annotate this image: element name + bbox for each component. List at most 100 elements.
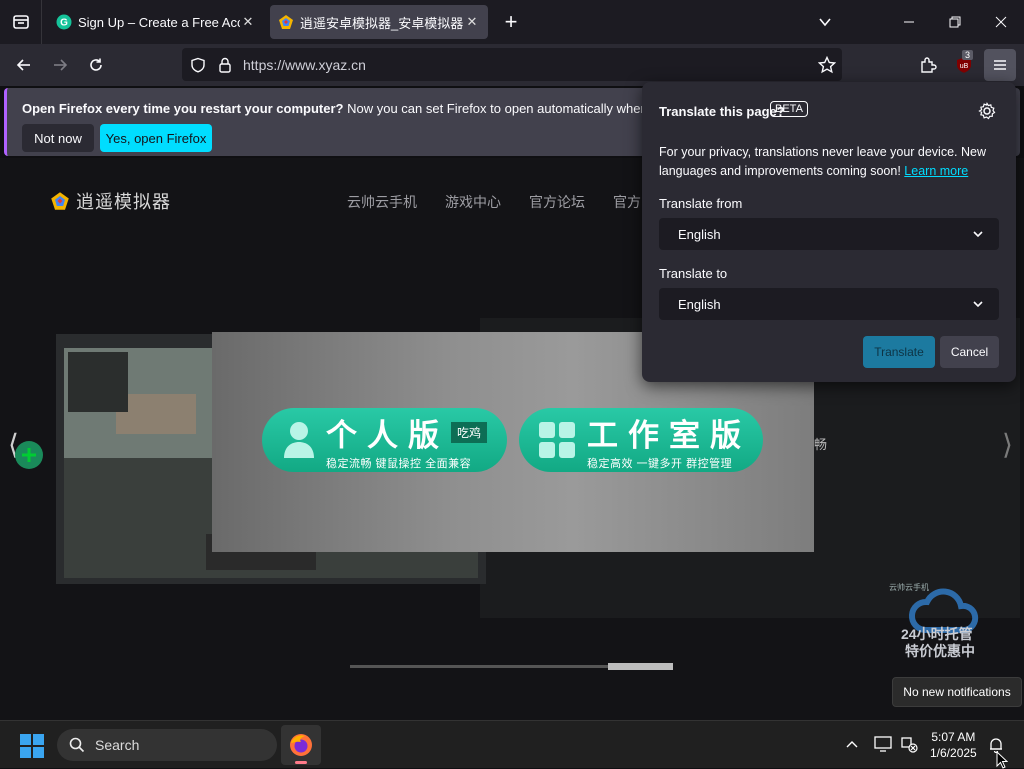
app-menu-button[interactable] [984, 49, 1016, 81]
nav-link-cloud-phone[interactable]: 云帅云手机 [347, 192, 417, 212]
lock-icon[interactable] [218, 57, 232, 73]
site-logo-text: 逍遥模拟器 [76, 192, 171, 212]
carousel-next-button[interactable]: ⟩ [1002, 428, 1013, 461]
svg-text:G: G [60, 18, 68, 29]
translate-button[interactable]: Translate [863, 336, 935, 368]
navigation-toolbar: https://www.xyaz.cn uB 3 [0, 44, 1024, 86]
forward-button[interactable] [44, 49, 76, 81]
clock-date: 1/6/2025 [930, 746, 977, 760]
windows-logo-icon [20, 734, 44, 758]
site-logo[interactable]: 逍遥模拟器 [50, 188, 171, 214]
close-window-button[interactable] [978, 0, 1024, 44]
search-icon [69, 737, 85, 753]
nav-link-game-center[interactable]: 游戏中心 [445, 192, 501, 212]
url-text[interactable]: https://www.xyaz.cn [243, 57, 366, 73]
tab-strip: G Sign Up – Create a Free Account ✕ 逍遥安卓… [0, 0, 1024, 44]
studio-edition-title: 工作室版 [587, 417, 751, 453]
extension-badge: 3 [962, 50, 974, 60]
restore-button[interactable] [932, 0, 978, 44]
notifications-tooltip: No new notifications [892, 677, 1022, 707]
address-bar[interactable]: https://www.xyaz.cn [182, 48, 842, 81]
clock-time: 5:07 AM [931, 730, 976, 744]
extensions-button[interactable] [912, 49, 944, 81]
firefox-view-icon [12, 15, 29, 29]
shield-icon[interactable] [190, 57, 206, 73]
ublock-extension-button[interactable]: uB 3 [948, 49, 980, 81]
translate-from-value: English [678, 226, 721, 242]
translate-panel: Translate this page? BETA For your priva… [642, 82, 1016, 382]
notification-question: Open Firefox every time you restart your… [22, 101, 344, 116]
plus-circle-icon [15, 441, 43, 469]
carousel-progress [350, 663, 673, 670]
learn-more-link[interactable]: Learn more [904, 164, 968, 178]
chevron-down-icon [973, 301, 983, 308]
studio-edition-button[interactable]: 工作室版 稳定高效 一键多开 群控管理 [519, 408, 763, 472]
personal-edition-subtitle: 稳定流畅 键鼠操控 全面兼容 [326, 457, 472, 470]
grammarly-favicon-icon: G [56, 14, 72, 30]
person-icon [284, 422, 314, 458]
display-icon[interactable] [874, 735, 892, 753]
star-bookmark-icon[interactable] [818, 55, 836, 74]
nav-link-official[interactable]: 官方 [613, 192, 641, 212]
minimize-button[interactable] [886, 0, 932, 44]
tab-xyaz[interactable]: 逍遥安卓模拟器_安卓模拟器电脑版 ✕ [270, 5, 488, 39]
translate-to-label: Translate to [659, 266, 728, 281]
firefox-icon [290, 734, 312, 756]
reload-button[interactable] [80, 49, 112, 81]
site-nav: 云帅云手机 游戏中心 官方论坛 官方 [347, 192, 669, 212]
reload-icon [90, 58, 102, 71]
network-disconnected-icon[interactable] [900, 735, 918, 753]
active-app-indicator [295, 761, 307, 764]
close-icon [995, 16, 1007, 28]
grid-apps-icon [539, 422, 575, 458]
translate-to-value: English [678, 296, 721, 312]
hamburger-menu-icon [994, 60, 1006, 70]
not-now-button[interactable]: Not now [22, 124, 94, 152]
arrow-right-icon [54, 59, 68, 71]
system-clock[interactable]: 5:07 AM 1/6/2025 [930, 729, 977, 761]
chevron-down-icon [819, 18, 831, 27]
promo-line-2: 特价优惠中 [905, 643, 975, 659]
list-all-tabs-button[interactable] [802, 0, 848, 44]
gear-icon[interactable] [978, 102, 996, 120]
minimize-icon [904, 21, 914, 23]
personal-edition-button[interactable]: 个人版 吃鸡 稳定流畅 键鼠操控 全面兼容 [262, 408, 507, 472]
taskbar: Search 5:07 AM 1/6/2025 [0, 720, 1024, 769]
personal-edition-tag: 吃鸡 [451, 421, 488, 443]
taskbar-search-text: Search [95, 737, 140, 753]
personal-edition-title: 个人版 [326, 417, 449, 453]
svg-text:uB: uB [960, 63, 969, 70]
privacy-description: For your privacy, translations never lea… [659, 143, 999, 181]
translate-from-label: Translate from [659, 196, 743, 211]
hero-side-text: 畅 [814, 437, 828, 452]
firefox-view-button[interactable] [0, 0, 42, 44]
mouse-cursor-icon [996, 751, 1008, 769]
taskbar-firefox[interactable] [281, 725, 321, 765]
tab-title: 逍遥安卓模拟器_安卓模拟器电脑版 [300, 15, 464, 31]
tab-sign-up[interactable]: G Sign Up – Create a Free Account ✕ [48, 5, 264, 39]
studio-edition-subtitle: 稳定高效 一键多开 群控管理 [587, 457, 733, 470]
start-button[interactable] [20, 734, 44, 763]
cancel-button[interactable]: Cancel [940, 336, 999, 368]
notification-message: Open Firefox every time you restart your… [22, 101, 705, 116]
yes-open-firefox-button[interactable]: Yes, open Firefox [100, 124, 212, 152]
close-tab-icon[interactable]: ✕ [464, 14, 480, 30]
xiaoyao-logo-icon [51, 192, 69, 210]
close-tab-icon[interactable]: ✕ [240, 14, 256, 30]
chevron-down-icon [973, 231, 983, 238]
nav-link-forum[interactable]: 官方论坛 [529, 192, 585, 212]
chevron-up-icon[interactable] [846, 739, 858, 751]
restore-icon [949, 16, 961, 28]
back-button[interactable] [8, 49, 40, 81]
taskbar-search[interactable]: Search [57, 729, 277, 761]
puzzle-extensions-icon [921, 57, 937, 73]
carousel-progress-fill [608, 663, 673, 670]
new-tab-button[interactable]: + [494, 5, 528, 39]
xiaoyao-favicon-icon [279, 15, 293, 29]
beta-badge: BETA [770, 101, 808, 117]
translate-to-select[interactable]: English [659, 288, 999, 320]
arrow-left-icon [16, 59, 30, 71]
translate-from-select[interactable]: English [659, 218, 999, 250]
cloud-phone-promo[interactable]: 云帅云手机 24小时托管 特价优惠中 [889, 578, 997, 668]
translate-panel-title: Translate this page? [659, 104, 785, 119]
